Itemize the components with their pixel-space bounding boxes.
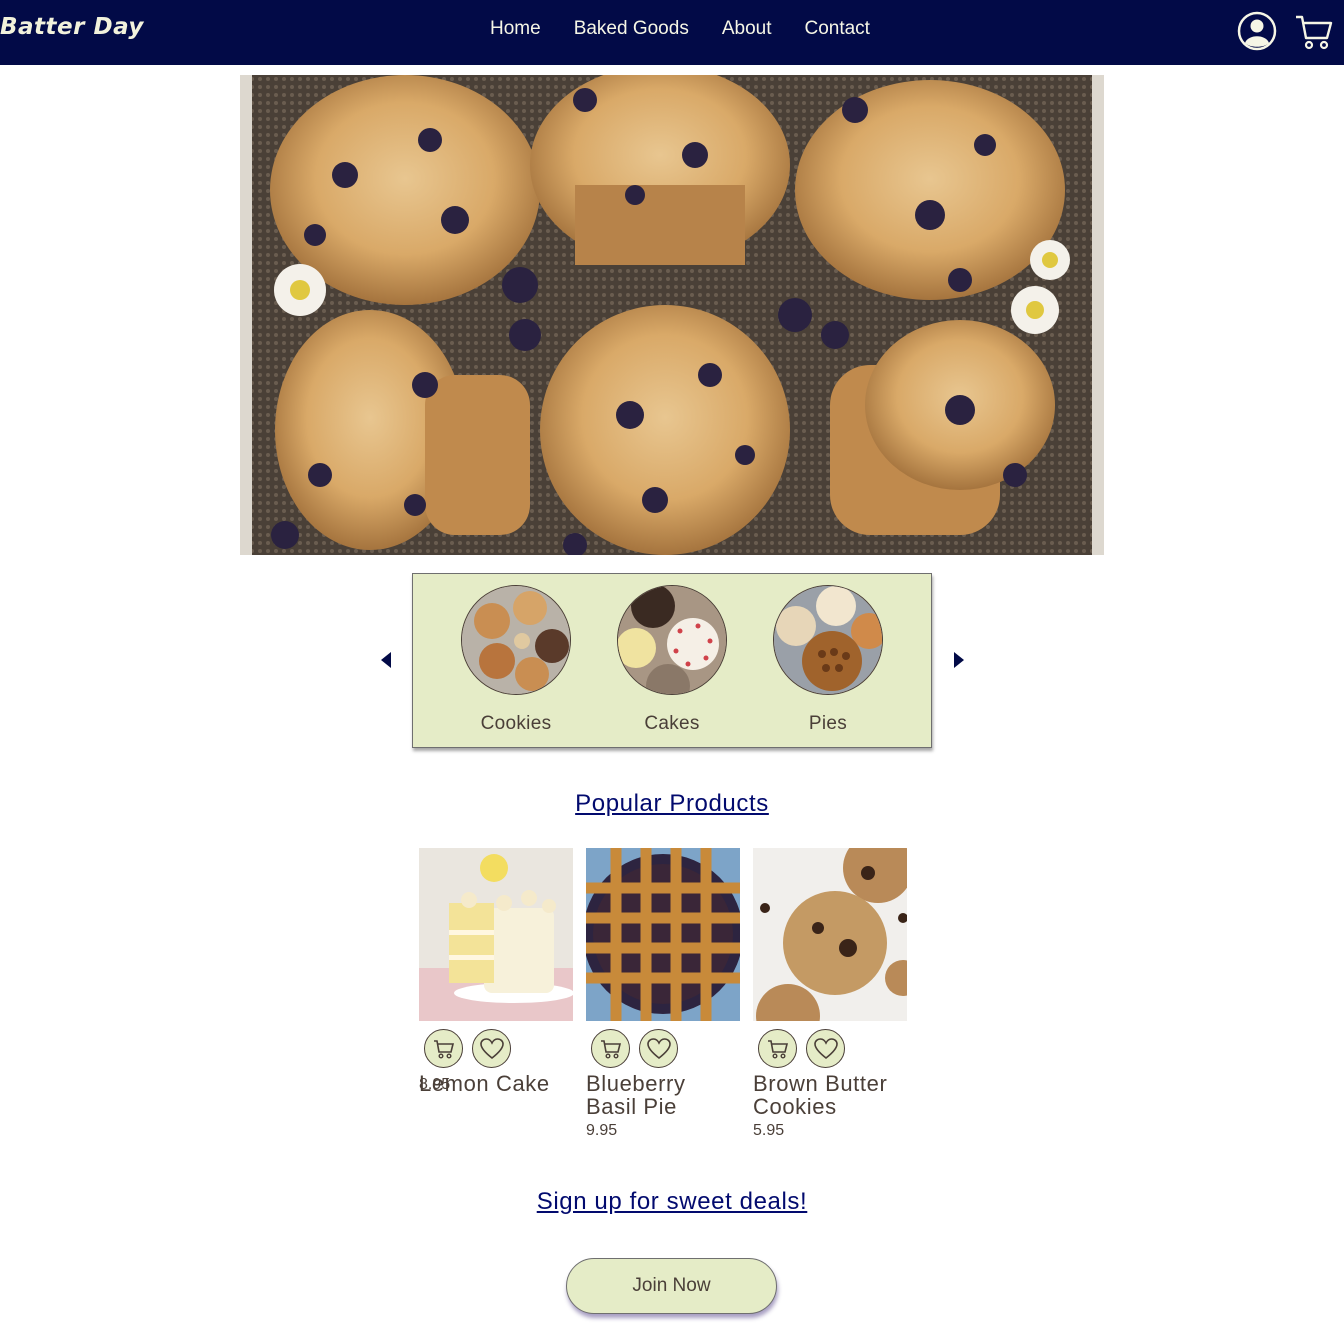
blueberry-pie-image[interactable]: [586, 848, 740, 1021]
lemon-cake-image[interactable]: [419, 848, 573, 1021]
join-now-button[interactable]: Join Now: [566, 1258, 777, 1314]
nav-links: Home Baked Goods About Contact: [490, 18, 870, 40]
pies-image: [773, 585, 883, 695]
product-name: Blueberry Basil Pie: [586, 1071, 686, 1119]
cakes-image: [617, 585, 727, 695]
product-price: 5.95: [753, 1122, 785, 1139]
signup-heading[interactable]: Sign up for sweet deals!: [0, 1188, 1344, 1216]
favorite-button[interactable]: [639, 1029, 678, 1068]
top-navbar: Batter Day Home Baked Goods About Contac…: [0, 0, 1344, 65]
heart-icon: [813, 1037, 838, 1059]
category-cakes[interactable]: Cakes: [617, 585, 727, 735]
shopping-cart-icon[interactable]: [1294, 12, 1334, 56]
category-label: Cakes: [644, 713, 700, 734]
nav-link-contact[interactable]: Contact: [804, 18, 869, 40]
nav-link-about[interactable]: About: [722, 18, 772, 40]
cookies-image: [461, 585, 571, 695]
category-label: Pies: [808, 713, 848, 734]
category-label: Cookies: [480, 713, 552, 734]
carousel-prev-caret-left-icon[interactable]: [379, 650, 393, 670]
add-to-cart-button[interactable]: [758, 1029, 797, 1068]
favorite-button[interactable]: [472, 1029, 511, 1068]
product-name: Brown Butter Cookies: [753, 1071, 888, 1119]
add-to-cart-button[interactable]: [591, 1029, 630, 1068]
add-to-cart-button[interactable]: [424, 1029, 463, 1068]
hero-image: [240, 75, 1104, 555]
heart-icon: [646, 1037, 671, 1059]
cart-icon: [433, 1039, 454, 1059]
product-price: 9.95: [586, 1122, 618, 1139]
category-carousel: Cookies Cakes Pies: [412, 573, 932, 748]
popular-products-heading[interactable]: Popular Products: [0, 790, 1344, 818]
category-cookies[interactable]: Cookies: [461, 585, 571, 735]
product-card: Lemon Cake 8.95: [419, 848, 573, 1095]
carousel-next-caret-right-icon[interactable]: [952, 650, 966, 670]
brand-logo[interactable]: Batter Day: [0, 14, 144, 40]
favorite-button[interactable]: [806, 1029, 845, 1068]
cart-icon: [600, 1039, 621, 1059]
nav-link-baked-goods[interactable]: Baked Goods: [574, 18, 689, 40]
user-account-icon[interactable]: [1237, 11, 1277, 55]
product-card: Blueberry Basil Pie 9.95: [586, 848, 740, 1140]
category-pies[interactable]: Pies: [773, 585, 883, 735]
heart-icon: [479, 1037, 504, 1059]
nav-link-home[interactable]: Home: [490, 18, 541, 40]
cart-icon: [767, 1039, 788, 1059]
product-card: Brown Butter Cookies 5.95: [753, 848, 907, 1140]
brown-butter-cookies-image[interactable]: [753, 848, 907, 1021]
